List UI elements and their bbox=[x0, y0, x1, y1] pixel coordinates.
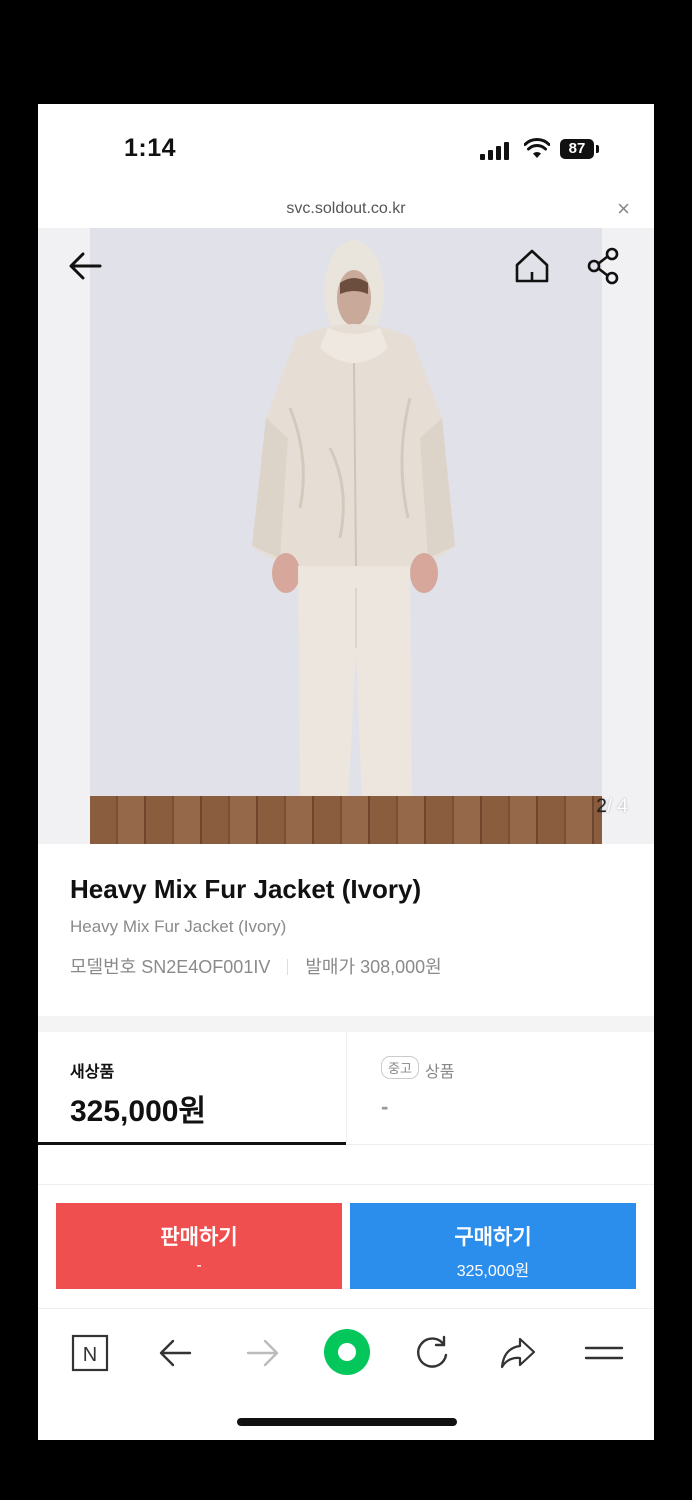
new-product-price: 325,000원 bbox=[70, 1095, 207, 1128]
used-product-label: 상품 bbox=[425, 1064, 455, 1081]
pager-separator: / bbox=[606, 796, 613, 817]
share-forward-icon[interactable] bbox=[496, 1331, 540, 1375]
price-tabs: 새상품 325,000원 중고 상품 - bbox=[38, 1032, 654, 1145]
battery-icon: 87 bbox=[560, 139, 599, 159]
pager-current: 2 bbox=[596, 796, 607, 817]
sell-button[interactable]: 판매하기 - bbox=[56, 1203, 342, 1289]
menu-icon[interactable] bbox=[582, 1331, 626, 1375]
pager-total: 4 bbox=[617, 796, 628, 817]
buy-button-label: 구매하기 bbox=[454, 1226, 532, 1249]
model-number-label: 모델번호 bbox=[70, 957, 137, 977]
model-number: SN2E4OF001IV bbox=[141, 957, 271, 977]
floor bbox=[90, 796, 602, 844]
wifi-icon bbox=[524, 138, 550, 158]
url-bar: svc.soldout.co.kr × bbox=[38, 192, 654, 229]
naver-icon[interactable]: N bbox=[68, 1331, 112, 1375]
sell-button-price: - bbox=[196, 1257, 202, 1274]
action-bar: 판매하기 - 구매하기 325,000원 bbox=[38, 1184, 654, 1309]
refresh-icon[interactable] bbox=[410, 1331, 454, 1375]
close-icon[interactable]: × bbox=[617, 196, 630, 222]
release-price: 308,000원 bbox=[360, 957, 442, 977]
home-indicator bbox=[237, 1418, 457, 1426]
naver-green-button-icon[interactable] bbox=[322, 1327, 372, 1377]
browser-forward-icon[interactable] bbox=[240, 1331, 284, 1375]
new-product-label: 새상품 bbox=[70, 1064, 115, 1081]
share-icon[interactable] bbox=[584, 246, 624, 286]
product-title: Heavy Mix Fur Jacket (Ivory) bbox=[70, 874, 422, 904]
product-info: Heavy Mix Fur Jacket (Ivory) Heavy Mix F… bbox=[70, 874, 630, 979]
model-figure-illustration bbox=[252, 240, 455, 825]
used-badge: 중고 bbox=[381, 1056, 419, 1079]
status-time: 1:14 bbox=[124, 134, 177, 162]
divider bbox=[287, 959, 289, 975]
sell-button-label: 판매하기 bbox=[160, 1226, 238, 1249]
naver-logo-text: N bbox=[83, 1344, 97, 1366]
gallery-pager: 2/ 4 bbox=[596, 796, 628, 818]
signal-icon bbox=[480, 142, 512, 160]
buy-button[interactable]: 구매하기 325,000원 bbox=[350, 1203, 636, 1289]
status-bar: 1:14 87 bbox=[38, 104, 654, 192]
tab-new-product[interactable]: 새상품 325,000원 bbox=[38, 1032, 346, 1145]
browser-back-icon[interactable] bbox=[154, 1331, 198, 1375]
back-arrow-icon[interactable] bbox=[66, 246, 106, 286]
section-divider bbox=[38, 1016, 654, 1032]
tab-used-product[interactable]: 중고 상품 - bbox=[346, 1032, 654, 1142]
product-image-gallery[interactable]: 2/ 4 bbox=[38, 228, 654, 844]
url-text[interactable]: svc.soldout.co.kr bbox=[38, 200, 654, 218]
buy-button-price: 325,000원 bbox=[456, 1263, 530, 1280]
release-price-label: 발매가 bbox=[305, 957, 356, 977]
product-photo bbox=[90, 228, 602, 844]
home-icon[interactable] bbox=[512, 246, 552, 286]
phone-screen: 1:14 87 svc.soldout.co.kr × 2/ 4 Heavy M… bbox=[38, 104, 654, 1440]
product-meta: 모델번호 SN2E4OF001IV 발매가 308,000원 bbox=[70, 953, 630, 979]
product-subtitle: Heavy Mix Fur Jacket (Ivory) bbox=[70, 917, 287, 936]
used-product-price: - bbox=[381, 1094, 389, 1119]
